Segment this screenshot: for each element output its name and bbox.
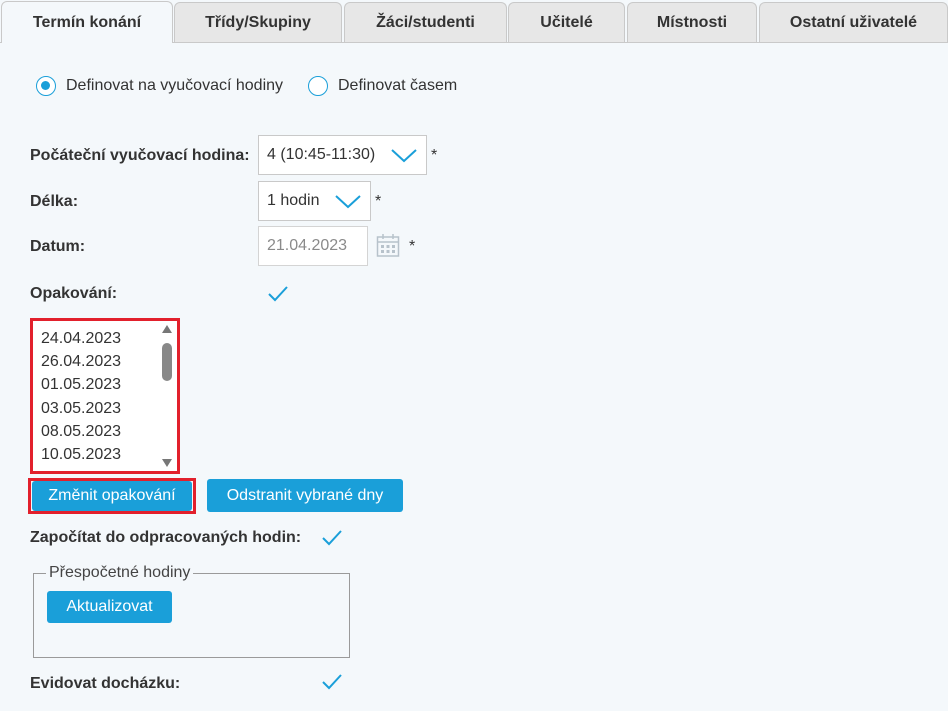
scrollbar-thumb[interactable] <box>162 343 172 381</box>
required-mark: * <box>409 238 416 255</box>
date-value: 21.04.2023 <box>267 237 348 254</box>
chevron-down-icon <box>335 195 361 209</box>
change-repeat-button[interactable]: Změnit opakování <box>32 481 192 511</box>
list-item[interactable]: 08.05.2023 <box>41 420 121 443</box>
start-lesson-select[interactable]: 4 (10:45-11:30) <box>258 135 427 175</box>
tab-zaci-studenti[interactable]: Žáci/studenti <box>344 2 507 42</box>
chevron-down-icon <box>391 149 417 163</box>
count-hours-checkmark-icon[interactable] <box>321 529 343 547</box>
recount-legend: Přespočetné hodiny <box>46 564 194 582</box>
repeat-dates-list[interactable]: 24.04.2023 26.04.2023 01.05.2023 03.05.2… <box>30 318 180 474</box>
tab-mistnosti[interactable]: Místnosti <box>627 2 757 42</box>
radio-lessons-option[interactable]: Definovat na vyučovací hodiny <box>36 76 283 96</box>
scroll-up-arrow-icon[interactable] <box>161 324 173 334</box>
required-mark: * <box>375 193 382 210</box>
remove-days-button[interactable]: Odstranit vybrané dny <box>207 479 403 512</box>
list-item[interactable]: 26.04.2023 <box>41 350 121 373</box>
list-item[interactable]: 10.05.2023 <box>41 443 121 466</box>
attendance-label: Evidovat docházku: <box>30 675 181 692</box>
length-value: 1 hodin <box>267 192 320 209</box>
length-select[interactable]: 1 hodin <box>258 181 371 221</box>
radio-time-option[interactable]: Definovat časem <box>308 76 457 96</box>
start-lesson-label: Počáteční vyučovací hodina: <box>30 147 250 164</box>
list-item[interactable]: 03.05.2023 <box>41 397 121 420</box>
length-label: Délka: <box>30 193 79 210</box>
tab-bar: Termín konání Třídy/Skupiny Žáci/student… <box>0 0 948 43</box>
radio-lessons-label: Definovat na vyučovací hodiny <box>66 77 284 94</box>
calendar-icon[interactable] <box>376 233 400 258</box>
list-item[interactable]: 24.04.2023 <box>41 327 121 350</box>
count-hours-label: Započítat do odpracovaných hodin: <box>30 529 302 546</box>
repeat-label: Opakování: <box>30 285 118 302</box>
required-mark: * <box>431 147 438 164</box>
scroll-down-arrow-icon[interactable] <box>161 458 173 468</box>
start-lesson-value: 4 (10:45-11:30) <box>267 146 376 163</box>
tab-ucitele[interactable]: Učitelé <box>508 2 625 42</box>
radio-time[interactable] <box>308 76 328 96</box>
tab-termin-konani[interactable]: Termín konání <box>1 1 173 43</box>
date-input[interactable]: 21.04.2023 <box>258 226 368 266</box>
list-item[interactable]: 01.05.2023 <box>41 373 121 396</box>
tab-tridy-skupiny[interactable]: Třídy/Skupiny <box>174 2 342 42</box>
attendance-checkmark-icon[interactable] <box>321 673 343 691</box>
tab-ostatni-uzivatele[interactable]: Ostatní uživatelé <box>759 2 948 42</box>
date-label: Datum: <box>30 238 86 255</box>
radio-lessons[interactable] <box>36 76 56 96</box>
radio-time-label: Definovat časem <box>338 77 458 94</box>
repeat-checkmark-icon[interactable] <box>267 285 289 303</box>
update-button[interactable]: Aktualizovat <box>47 591 172 623</box>
